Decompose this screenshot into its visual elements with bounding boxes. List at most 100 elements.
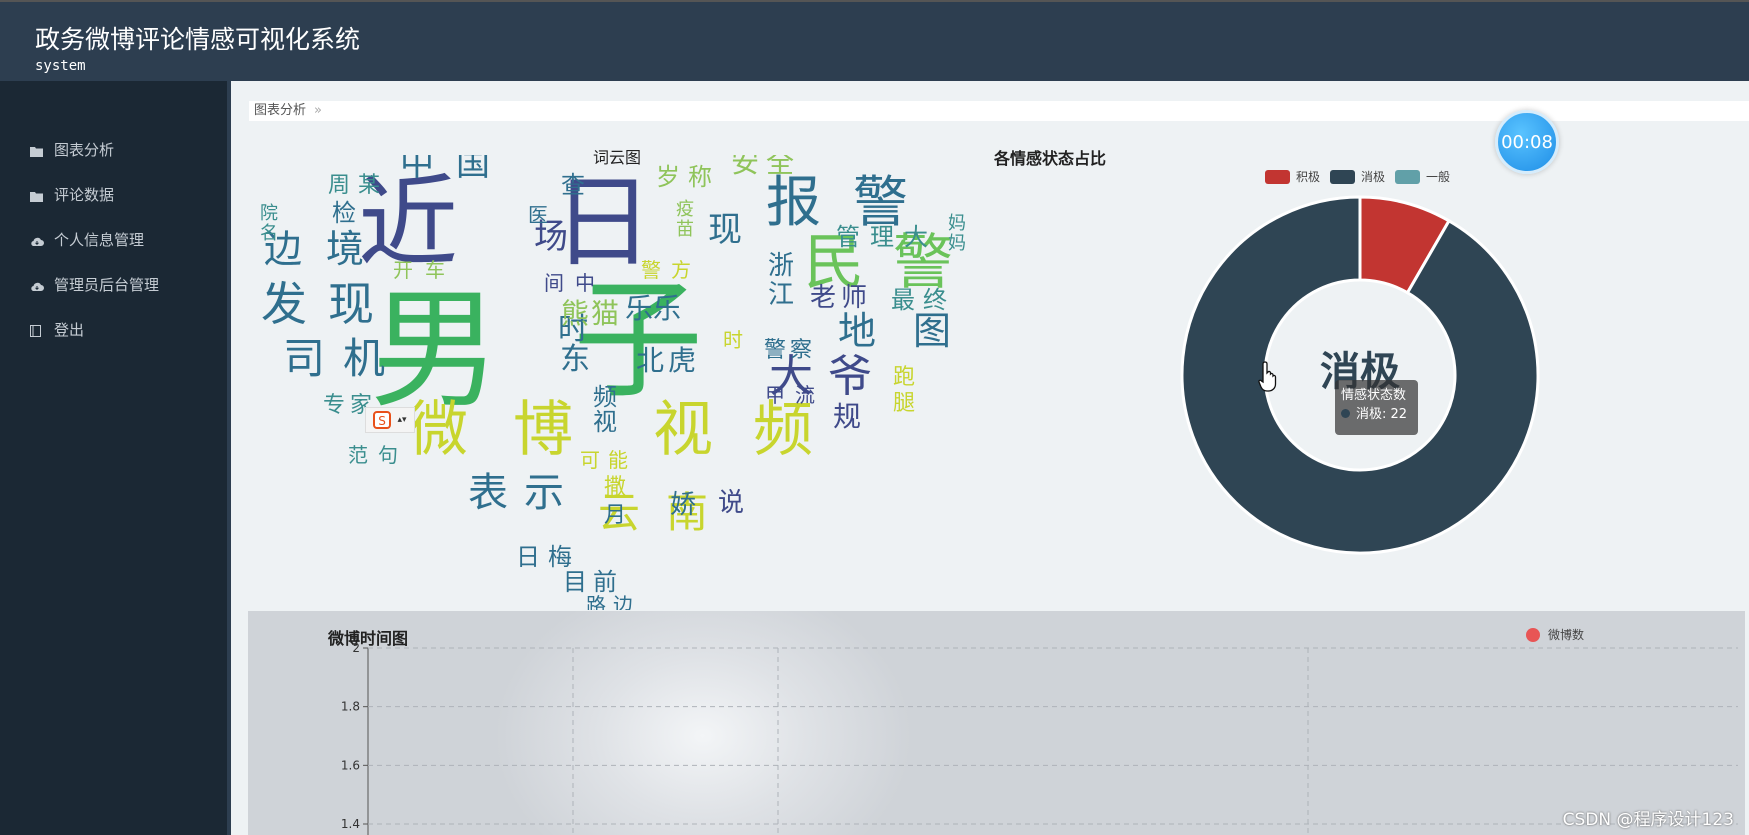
wordcloud-word[interactable]: 微 — [408, 400, 468, 460]
wordcloud-word[interactable]: 范 — [348, 445, 368, 465]
wordcloud-word[interactable]: 腿 — [893, 393, 915, 415]
wordcloud-word[interactable]: 名 — [260, 225, 278, 243]
wordcloud-word[interactable]: 老 — [810, 285, 836, 311]
wordcloud-word[interactable]: 东 — [560, 345, 590, 375]
wordcloud-word[interactable]: 大 — [904, 225, 928, 249]
wordcloud-word[interactable]: 撒 — [604, 477, 626, 499]
wordcloud-word[interactable]: 说 — [718, 490, 744, 516]
wordcloud-word[interactable]: 流 — [795, 385, 815, 405]
wordcloud-word[interactable]: 方 — [671, 260, 691, 280]
wordcloud-word[interactable]: 岁 — [656, 165, 680, 189]
wordcloud-word[interactable]: 国 — [456, 155, 490, 181]
legend-swatch-positive[interactable] — [1265, 169, 1290, 184]
wordcloud-word[interactable]: 妈 — [948, 215, 966, 233]
wordcloud-word[interactable]: 猫 — [591, 300, 619, 328]
legend-label[interactable]: 积极 — [1296, 168, 1320, 185]
wordcloud-word[interactable]: 管 — [836, 225, 860, 249]
wordcloud-word[interactable]: 终 — [923, 288, 947, 312]
wordcloud-word[interactable]: 娇 — [670, 492, 696, 518]
wordcloud-word[interactable]: 时 — [723, 330, 743, 350]
wordcloud-word[interactable]: 跑 — [893, 367, 915, 389]
timer-badge[interactable]: 00:08 — [1495, 110, 1559, 174]
wordcloud-word[interactable]: 理 — [870, 225, 894, 249]
wordcloud-word[interactable]: 安 — [731, 155, 759, 177]
wordcloud-word[interactable]: 边 — [613, 595, 633, 610]
wordcloud-word[interactable]: 妈 — [948, 235, 966, 253]
legend-label[interactable]: 一般 — [1426, 168, 1450, 185]
wordcloud-word[interactable]: 图 — [913, 312, 951, 350]
wordcloud-word[interactable]: 中 — [575, 273, 595, 293]
sidebar-item-admin[interactable]: 管理员后台管理 — [30, 272, 159, 296]
sentiment-donut-chart[interactable]: 消极 — [1170, 185, 1550, 565]
wordcloud-word[interactable]: 江 — [768, 282, 794, 308]
wordcloud-word[interactable]: 前 — [593, 570, 617, 594]
wordcloud-word[interactable]: 视 — [593, 410, 617, 434]
wordcloud-word[interactable]: 某 — [358, 175, 380, 197]
wordcloud-word[interactable]: 周 — [328, 175, 350, 197]
wordcloud-word[interactable]: 中 — [400, 155, 434, 181]
sidebar-item-comment-data[interactable]: 评论数据 — [30, 182, 114, 206]
wordcloud-word[interactable]: 车 — [425, 260, 445, 280]
wordcloud-word[interactable]: 机 — [343, 338, 385, 380]
wordcloud-word[interactable]: 日 — [516, 545, 540, 569]
legend-swatch-neutral[interactable] — [1395, 169, 1421, 184]
wordcloud-word[interactable]: 规 — [833, 403, 861, 431]
wordcloud-word[interactable]: 博 — [513, 400, 573, 460]
wordcloud-word[interactable]: 医 — [528, 205, 548, 225]
wordcloud-word[interactable]: 能 — [608, 450, 628, 470]
wordcloud-word[interactable]: 熊 — [561, 300, 589, 328]
folder-icon — [30, 188, 44, 202]
floating-toolbar[interactable]: S ▴▾ — [365, 407, 415, 433]
wordcloud-word[interactable]: 表 — [468, 473, 508, 513]
wordcloud-word[interactable]: 查 — [561, 173, 585, 197]
wordcloud-word[interactable]: 苗 — [676, 221, 694, 239]
wordcloud-word[interactable]: 全 — [766, 155, 794, 177]
wordcloud-word[interactable]: 月 — [604, 505, 626, 527]
wordcloud-word[interactable]: 发 — [261, 281, 307, 327]
wordcloud-word[interactable]: 院 — [260, 205, 278, 223]
y-tick-label: 1.4 — [341, 817, 360, 831]
wordcloud-word[interactable]: 路 — [586, 595, 606, 610]
sidebar-item-chart-analysis[interactable]: 图表分析 — [30, 137, 114, 161]
wordcloud-word[interactable]: 甲 — [765, 385, 785, 405]
wordcloud-word[interactable]: 句 — [378, 445, 398, 465]
wordcloud-word[interactable]: 爷 — [828, 355, 872, 399]
wordcloud-word[interactable]: 境 — [326, 230, 364, 268]
timechart-plot[interactable]: 2 1.8 1.6 1.4 — [248, 611, 1745, 835]
wordcloud-word[interactable]: 师 — [841, 285, 867, 311]
wordcloud-word[interactable]: 警 — [853, 175, 908, 230]
wordcloud-word[interactable]: 专 — [323, 395, 345, 417]
wordcloud-word[interactable]: 梅 — [548, 545, 572, 569]
wordcloud-word[interactable]: 示 — [524, 473, 564, 513]
wordcloud-word[interactable]: 警 — [764, 340, 786, 362]
wordcloud-word[interactable]: 虎 — [668, 347, 696, 375]
legend-label[interactable]: 消极 — [1361, 168, 1385, 185]
wordcloud-word[interactable]: 警 — [641, 260, 661, 280]
wordcloud-word[interactable]: 称 — [688, 165, 712, 189]
wordcloud-word[interactable]: 可 — [580, 450, 600, 470]
wordcloud-word[interactable]: 最 — [891, 288, 915, 312]
breadcrumb-current[interactable]: 图表分析 — [254, 103, 306, 118]
wordcloud-word[interactable]: 频 — [753, 400, 813, 460]
wordcloud-word[interactable]: 频 — [593, 385, 617, 409]
wordcloud-word[interactable]: 司 — [283, 338, 325, 380]
wordcloud-word[interactable]: 浙 — [768, 253, 794, 279]
sidebar-item-logout[interactable]: 登出 — [30, 317, 84, 341]
sidebar-item-personal-info[interactable]: 个人信息管理 — [30, 227, 144, 251]
wordcloud-word[interactable]: 检 — [332, 201, 356, 225]
wordcloud-word[interactable]: 现 — [708, 213, 742, 247]
wordcloud-word[interactable]: 视 — [653, 400, 713, 460]
wordcloud-word[interactable]: 北 — [636, 347, 664, 375]
wordcloud-word[interactable]: 间 — [544, 273, 564, 293]
wordcloud-word[interactable]: 疫 — [676, 201, 694, 219]
wordcloud-word[interactable]: 现 — [328, 281, 374, 327]
wordcloud-word[interactable]: 开 — [393, 260, 413, 280]
wordcloud-word[interactable]: 乐 — [653, 295, 681, 323]
folder-icon — [30, 143, 44, 157]
wordcloud-word[interactable]: 目 — [563, 570, 587, 594]
wordcloud-word[interactable]: 察 — [790, 340, 812, 362]
wordcloud-word[interactable]: 报 — [766, 175, 821, 230]
legend-swatch-negative[interactable] — [1330, 169, 1356, 184]
wordcloud-word[interactable]: 地 — [838, 312, 876, 350]
wordcloud-word[interactable]: 乐 — [625, 295, 653, 323]
